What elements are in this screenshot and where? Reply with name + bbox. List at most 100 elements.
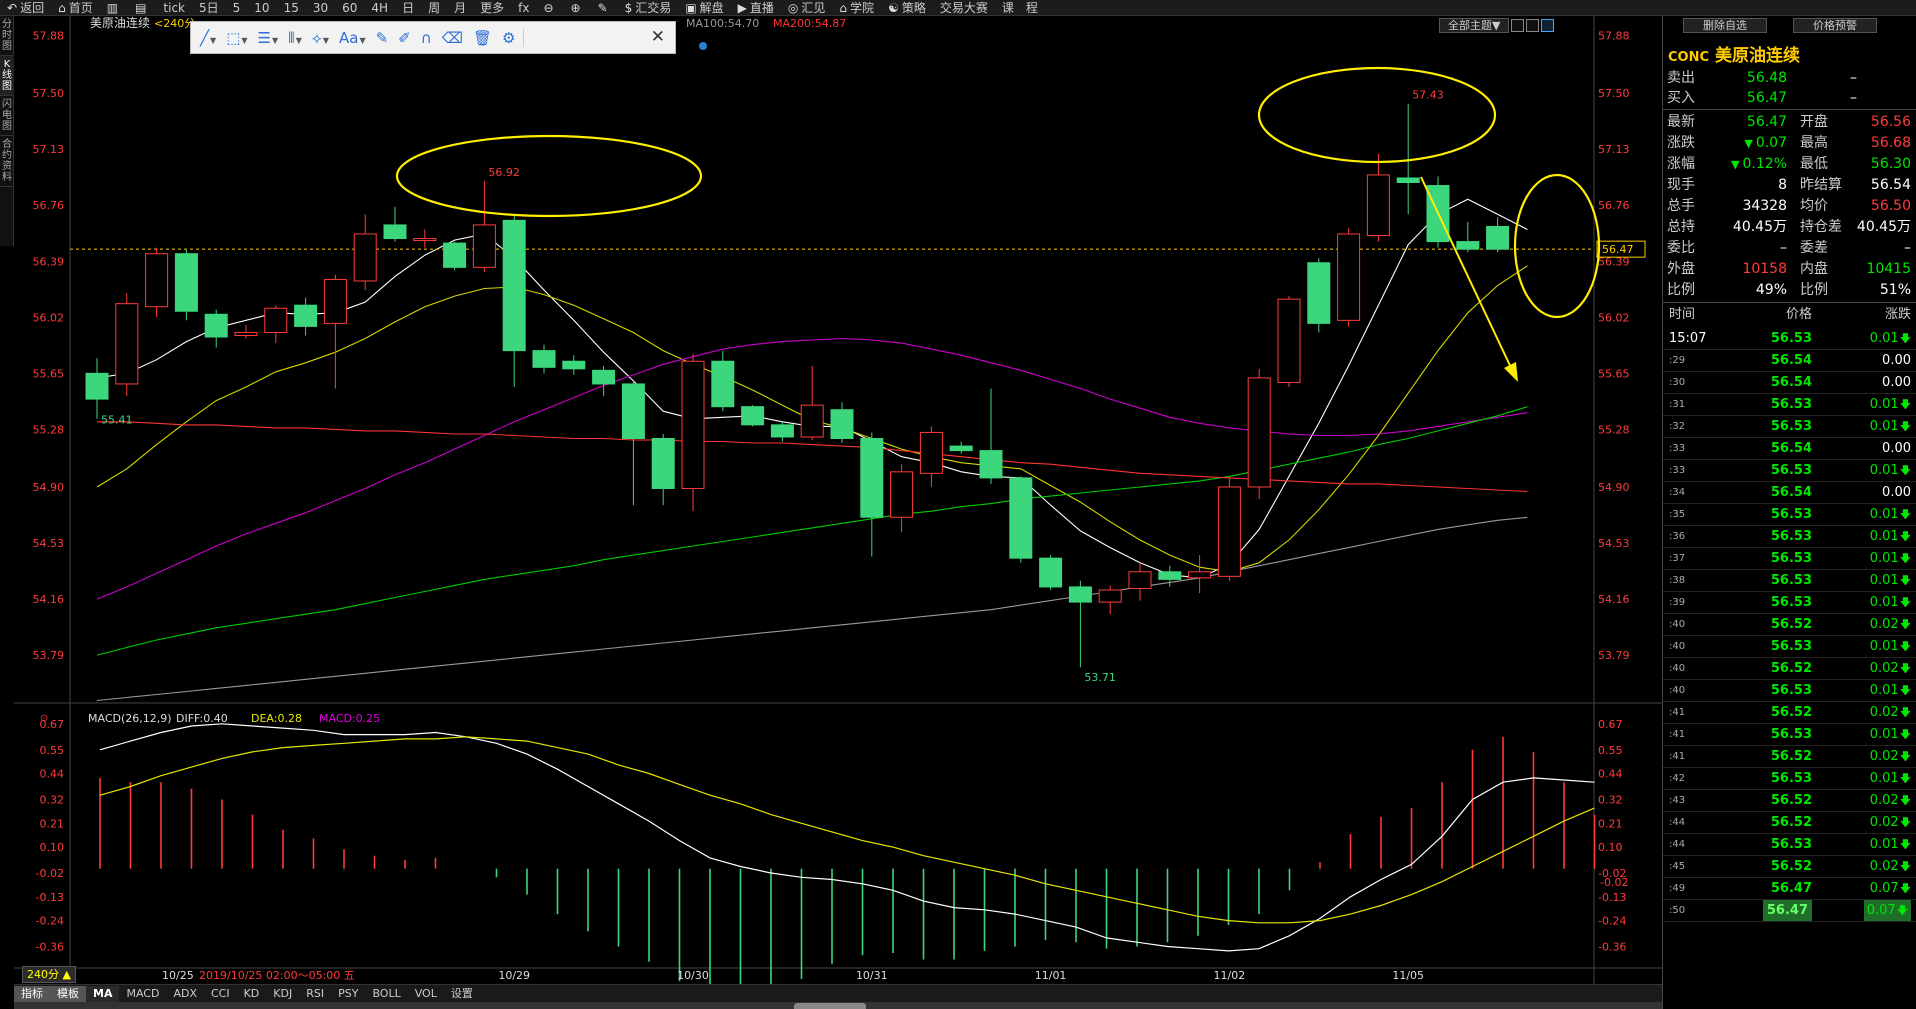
candle-body bbox=[949, 445, 973, 452]
toolbar-formula-button[interactable]: fx bbox=[511, 1, 536, 15]
kline-y-tick-left: 54.53 bbox=[33, 537, 65, 550]
toolbar-30min-button[interactable]: 30 bbox=[306, 1, 335, 15]
brush-icon[interactable]: ✐ bbox=[398, 29, 411, 47]
tick-time: :32 bbox=[1669, 421, 1686, 432]
stat-label: 现手 bbox=[1667, 177, 1695, 193]
indicator-tabs: 指标 模板 MA MACD ADX CCI KD KDJ RSI PSY BOLL VOL 设置 bbox=[14, 984, 1662, 1002]
layout-grid-icon[interactable] bbox=[1511, 19, 1525, 32]
toolbar-4h-button[interactable]: 4H bbox=[364, 1, 395, 15]
view-tab-1[interactable]: K线图 bbox=[0, 56, 14, 96]
fib-tool-icon[interactable]: ☰▼ bbox=[258, 29, 279, 47]
toolbar-zoom-in-button[interactable]: ⊕ bbox=[564, 1, 591, 15]
toolbar-live-button[interactable]: ▶ 直播 bbox=[731, 1, 781, 15]
toolbar-bar-chart-button[interactable]: ▥ bbox=[100, 1, 128, 15]
toolbar-zoom-out-button[interactable]: ⊖ bbox=[536, 1, 563, 15]
indicator-tab-10[interactable]: BOLL bbox=[365, 986, 407, 1002]
pencil-icon[interactable]: ✎ bbox=[376, 29, 389, 47]
toolbar-week-button[interactable]: 周 bbox=[421, 1, 447, 15]
toolbar-tick-button[interactable]: tick bbox=[156, 1, 192, 15]
eraser-icon[interactable]: ⌫ bbox=[442, 29, 463, 47]
kline-y-tick-left: 54.16 bbox=[33, 593, 65, 606]
toolbar-contest-button[interactable]: 交易大赛 bbox=[933, 1, 995, 15]
indicator-tab-7[interactable]: KDJ bbox=[266, 986, 299, 1002]
toolbar-analysis-button[interactable]: ▣ 解盘 bbox=[678, 1, 730, 15]
stat-value: 34328 bbox=[1742, 196, 1787, 216]
indicator-tab-4[interactable]: ADX bbox=[166, 986, 204, 1002]
theme-select-button[interactable]: 全部主题▼ bbox=[1439, 18, 1510, 33]
price-annotation: 57.43 bbox=[1412, 89, 1444, 102]
stat-value: 49% bbox=[1756, 280, 1787, 300]
text-tool-icon[interactable]: Aa▼ bbox=[339, 29, 366, 47]
trash-icon[interactable]: 🗑 bbox=[473, 29, 492, 47]
line-tool-icon[interactable]: ╱▼ bbox=[200, 29, 216, 47]
indicator-tab-2[interactable]: MA bbox=[86, 985, 120, 1002]
instrument-name: 美原油连续 bbox=[1715, 46, 1801, 66]
layout-single-icon[interactable] bbox=[1541, 19, 1555, 32]
view-tab-0[interactable]: 分时图 bbox=[0, 16, 14, 56]
toolbar-back-button[interactable]: ↶ 返回 bbox=[0, 1, 51, 15]
view-tab-3[interactable]: 合约资料 bbox=[0, 136, 14, 187]
toolbar-60min-button[interactable]: 60 bbox=[335, 1, 364, 15]
stat-label-2: 最低 bbox=[1800, 156, 1828, 172]
price-alert-button[interactable]: 价格预警 bbox=[1793, 18, 1877, 33]
indicator-tab-12[interactable]: 设置 bbox=[444, 986, 480, 1002]
stat-label: 涨幅 bbox=[1667, 156, 1695, 172]
kline-y-tick-left: 53.79 bbox=[33, 649, 65, 662]
toolbar-strategy-button[interactable]: ☯ 策略 bbox=[881, 1, 933, 15]
magnet-icon[interactable]: ∩ bbox=[421, 29, 432, 47]
kline-chart[interactable]: 美原油连续 <240分 MA100:54.70 MA200:54.8757.88 57.… bbox=[14, 16, 1662, 984]
tick-row: :35 56.53 0.01🡇 bbox=[1663, 504, 1916, 526]
toolbar-home-button[interactable]: ⌂ 首页 bbox=[51, 1, 100, 15]
candle-body bbox=[174, 253, 198, 312]
toolbar-forum-button[interactable]: ◎ 汇见 bbox=[781, 1, 833, 15]
tick-change: 0.02🡇 bbox=[1870, 856, 1911, 878]
toolbar-10min-button[interactable]: 10 bbox=[247, 1, 276, 15]
toolbar-day-button[interactable]: 日 bbox=[395, 1, 421, 15]
close-icon[interactable]: ✕ bbox=[651, 27, 665, 47]
toolbar-fx-trade-button[interactable]: $ 汇交易 bbox=[618, 1, 679, 15]
indicator-tab-11[interactable]: VOL bbox=[408, 986, 444, 1002]
toolbar-15min-button[interactable]: 15 bbox=[277, 1, 306, 15]
scrollbar-thumb[interactable] bbox=[794, 1003, 866, 1009]
channel-tool-icon[interactable]: ⦀▼ bbox=[288, 29, 302, 47]
indicator-tab-6[interactable]: KD bbox=[237, 986, 267, 1002]
toolbar-more-button[interactable]: 更多 bbox=[473, 1, 511, 15]
gear-icon[interactable]: ⚙ bbox=[502, 29, 515, 47]
toolbar-month-button[interactable]: 月 bbox=[447, 1, 473, 15]
view-tab-2[interactable]: 闪电图 bbox=[0, 96, 14, 136]
tick-change: 0.01🡇 bbox=[1870, 724, 1911, 746]
indicator-tab-3[interactable]: MACD bbox=[119, 986, 166, 1002]
tick-change: 0.02🡇 bbox=[1870, 746, 1911, 768]
toolbar-5min-button[interactable]: 5 bbox=[226, 1, 248, 15]
candle-body bbox=[115, 303, 139, 385]
kline-y-tick-right: 54.90 bbox=[1598, 481, 1630, 494]
candle-body bbox=[204, 313, 228, 338]
shape-tool-icon[interactable]: ⬚▼ bbox=[226, 29, 247, 47]
layout-split-icon[interactable] bbox=[1526, 19, 1540, 32]
toolbar-5day-button[interactable]: 5日 bbox=[192, 1, 226, 15]
toolbar-draw-button[interactable]: ✎ bbox=[591, 1, 618, 15]
indicator-tab-5[interactable]: CCI bbox=[204, 986, 237, 1002]
tick-change: 0.01🡇 bbox=[1870, 680, 1911, 702]
toolbar-course-button[interactable]: 课 程 bbox=[995, 1, 1045, 15]
macd-y-tick-left: 0.21 bbox=[40, 817, 65, 830]
tick-price: 56.53 bbox=[1770, 727, 1812, 742]
indicator-tab-1[interactable]: 模板 bbox=[50, 985, 86, 1002]
macd-y-tick-right: -0.24 bbox=[1598, 915, 1626, 928]
indicator-tab-9[interactable]: PSY bbox=[331, 986, 365, 1002]
period-selector[interactable]: 240分 ▲ bbox=[22, 966, 76, 983]
tick-time: :34 bbox=[1669, 487, 1686, 498]
macd-title: MACD(26,12,9) bbox=[88, 712, 172, 725]
tick-change-text: 0.02 bbox=[1869, 617, 1899, 632]
indicator-tab-0[interactable]: 指标 bbox=[14, 985, 50, 1002]
tick-price: 56.54 bbox=[1770, 353, 1812, 368]
stat-value-text: 56.47 bbox=[1746, 114, 1787, 130]
tick-time: :36 bbox=[1669, 531, 1686, 542]
pattern-tool-icon[interactable]: ⟡▼ bbox=[312, 29, 329, 47]
remove-watchlist-button[interactable]: 删除自选 bbox=[1683, 18, 1767, 33]
indicator-tab-8[interactable]: RSI bbox=[299, 986, 331, 1002]
candle bbox=[1277, 296, 1301, 387]
toolbar-candle-chart-button[interactable]: ▤ bbox=[128, 1, 156, 15]
toolbar-academy-button[interactable]: ⌂ 学院 bbox=[832, 1, 881, 15]
x-date-label: 10/25 bbox=[162, 969, 194, 982]
